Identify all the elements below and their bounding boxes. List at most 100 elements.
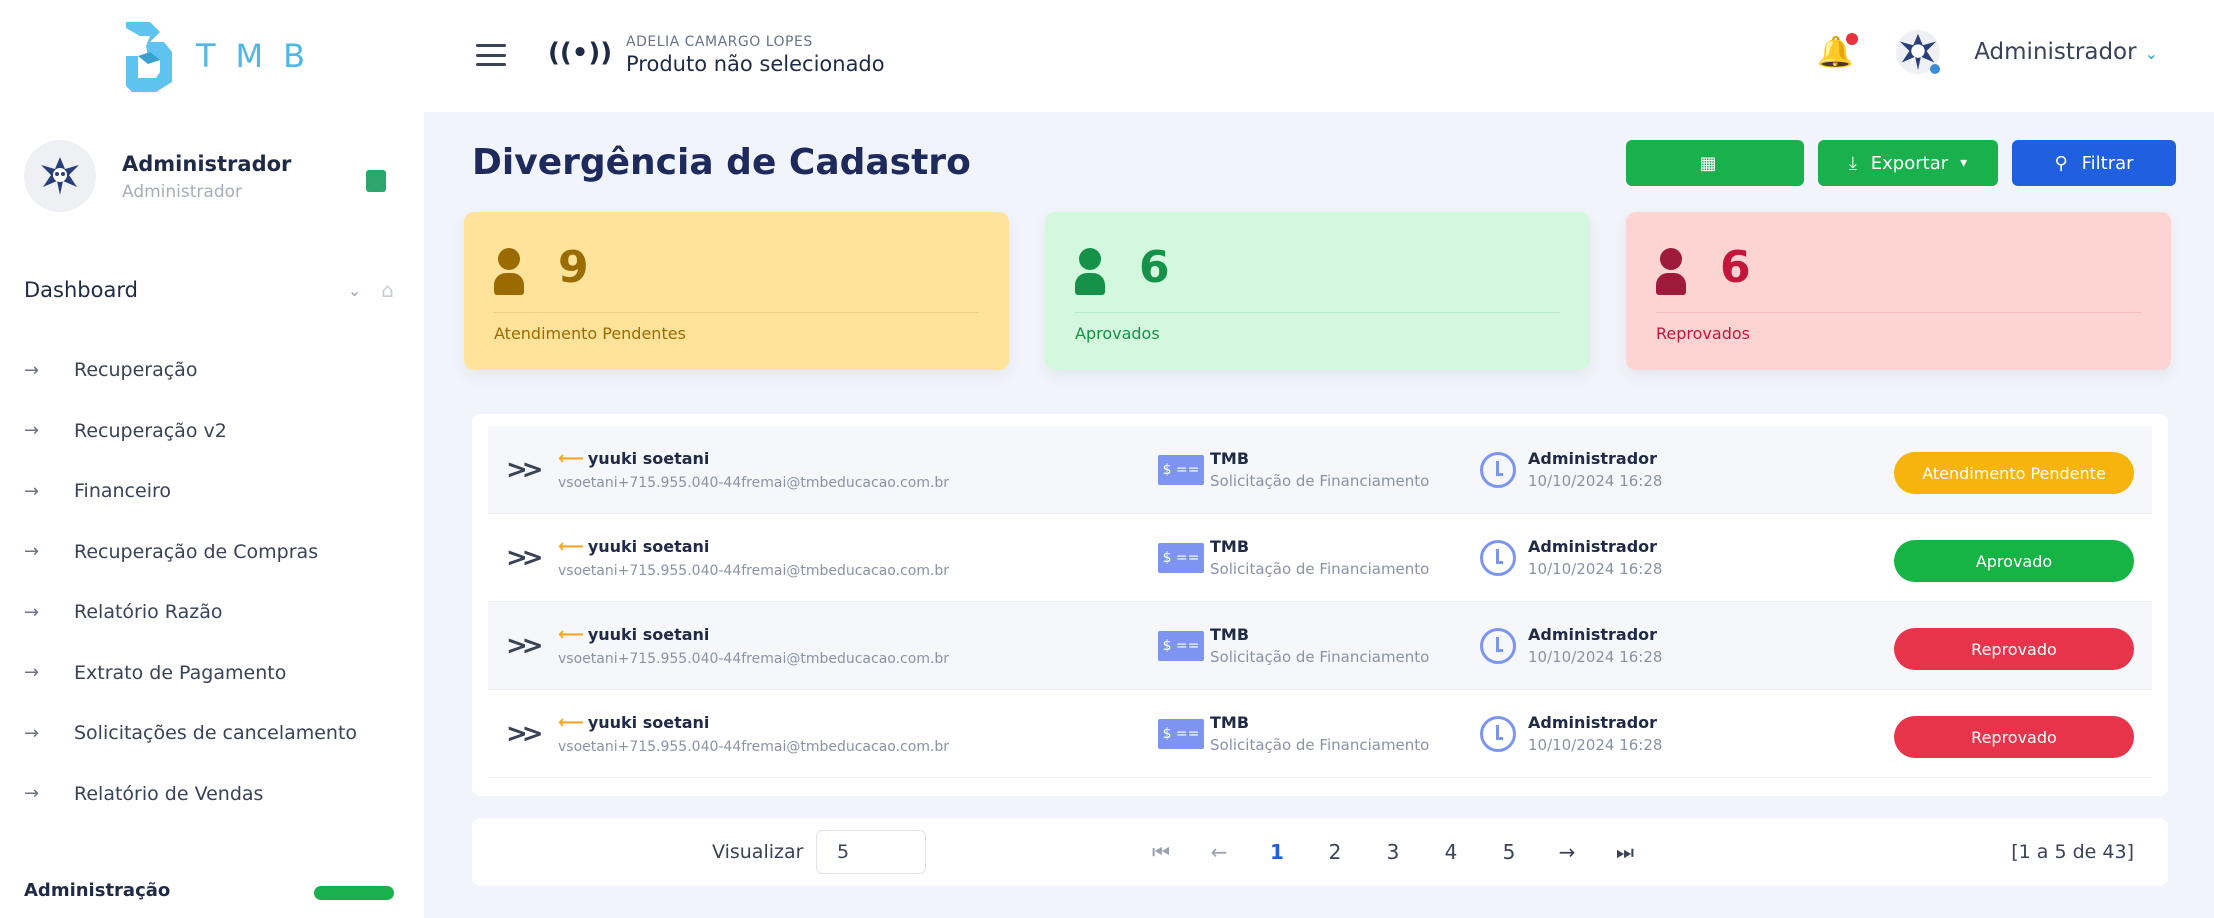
sidebar-item-recuperacao-compras[interactable]: → Recuperação de Compras: [24, 522, 357, 583]
sidebar-item-label: Solicitações de cancelamento: [74, 722, 358, 745]
page-link-3[interactable]: 3: [1364, 840, 1422, 864]
filter-label: Filtrar: [2081, 152, 2134, 174]
product-type: Solicitação de Financiamento: [1210, 736, 1430, 754]
share-icon: ⟵: [558, 624, 584, 645]
sidebar-item-label: Relatório de Vendas: [74, 782, 264, 805]
filter-button[interactable]: ⚲ Filtrar: [2012, 140, 2176, 186]
sidebar-item-financeiro[interactable]: → Financeiro: [24, 461, 357, 522]
tmb-logo-icon: [126, 22, 172, 92]
sidebar-item-label: Relatório Razão: [74, 601, 223, 624]
home-icon: ⌂: [381, 278, 394, 302]
money-icon: $ ==: [1158, 718, 1204, 749]
export-label: Exportar: [1870, 152, 1949, 174]
product-name: TMB: [1210, 713, 1250, 732]
columns-button[interactable]: ▦: [1626, 140, 1804, 186]
user-menu-label: Administrador: [1974, 39, 2137, 65]
sidebar-item-relatorio-vendas[interactable]: → Relatório de Vendas: [24, 764, 357, 825]
sidebar-item-label: Recuperação: [74, 359, 198, 382]
product-type: Solicitação de Financiamento: [1210, 648, 1430, 666]
user-menu[interactable]: Administrador ⌄: [1974, 39, 2158, 65]
product-name: TMB: [1210, 625, 1250, 644]
topbar-avatar[interactable]: [1896, 30, 1941, 74]
page-link-1[interactable]: 1: [1248, 840, 1306, 864]
status-badge[interactable]: Aprovado: [1894, 540, 2134, 582]
main-content: Divergência de Cadastro ▦ ⤓ Exportar ▾ ⚲…: [424, 112, 2214, 918]
responsible: Administrador: [1528, 625, 1658, 644]
page-size-select[interactable]: 5: [816, 830, 926, 874]
brand-logo[interactable]: TMB: [120, 16, 325, 96]
page-title: Divergência de Cadastro: [472, 142, 971, 183]
sidebar-section-administracao[interactable]: Administração: [24, 880, 404, 910]
page-size-label: Visualizar: [712, 841, 804, 863]
page-link-4[interactable]: 4: [1422, 840, 1480, 864]
sidebar-section-title: Dashboard: [24, 278, 138, 302]
expand-row-icon[interactable]: >>: [488, 543, 558, 573]
sidebar-item-label: Extrato de Pagamento: [74, 661, 287, 684]
page-link-5[interactable]: 5: [1480, 840, 1538, 864]
list-item[interactable]: >> ⟵ yuuki soetani vsoetani+715.955.040-4…: [488, 514, 2152, 602]
card-approved[interactable]: 6 Aprovados: [1045, 212, 1590, 370]
responsible: Administrador: [1528, 449, 1658, 468]
list-item[interactable]: >> ⟵ yuuki soetani vsoetani+715.955.040-4…: [488, 602, 2152, 690]
sidebar-item-recuperacao[interactable]: → Recuperação: [24, 340, 357, 401]
expand-row-icon[interactable]: >>: [488, 631, 558, 661]
arrow-right-icon: →: [24, 359, 40, 381]
prev-page-icon[interactable]: ←: [1190, 840, 1248, 864]
list-item[interactable]: >> ⟵ yuuki soetani vsoetani+715.955.040-4…: [488, 426, 2152, 514]
arrow-right-icon: →: [24, 662, 40, 684]
notification-bell-icon[interactable]: 🔔: [1817, 32, 1859, 70]
sidebar-user-name: Administrador: [122, 152, 292, 176]
status-badge[interactable]: Reprovado: [1894, 628, 2134, 670]
sidebar-section-title: Administração: [24, 880, 171, 901]
sidebar-item-recuperacao-v2[interactable]: → Recuperação v2: [24, 401, 357, 462]
card-rejected[interactable]: 6 Reprovados: [1626, 212, 2171, 370]
export-button[interactable]: ⤓ Exportar ▾: [1818, 140, 1998, 186]
sidebar-item-label: Recuperação de Compras: [74, 540, 319, 563]
sidebar-menu: → Recuperação → Recuperação v2 → Financeiro…: [24, 340, 357, 824]
page-size-value: 5: [837, 841, 850, 863]
client-email: vsoetani+715.955.040-44fremai@tmbeducaca…: [558, 475, 950, 491]
pagination-total: [1 a 5 de 43]: [2011, 841, 2134, 863]
status-badge[interactable]: Atendimento Pendente: [1894, 452, 2134, 494]
client-email: vsoetani+715.955.040-44fremai@tmbeducaca…: [558, 739, 950, 755]
arrow-right-icon: →: [24, 783, 40, 805]
sidebar-user-role: Administrador: [122, 182, 243, 202]
broadcast-icon[interactable]: ((•)): [548, 38, 612, 68]
status-badge[interactable]: Reprovado: [1894, 716, 2134, 758]
notification-dot: [1846, 32, 1859, 45]
sidebar-item-solicitacoes-cancelamento[interactable]: → Solicitações de cancelamento: [24, 703, 357, 764]
card-label: Atendimento Pendentes: [494, 324, 686, 343]
search-icon: ⚲: [2054, 152, 2068, 174]
timestamp: 10/10/2024 16:28: [1528, 560, 1663, 578]
product-selector[interactable]: ADELIA CAMARGO LOPES Produto não selecio…: [626, 34, 885, 76]
sidebar-item-label: Recuperação v2: [74, 419, 227, 442]
sidebar-item-extrato-pagamento[interactable]: → Extrato de Pagamento: [24, 643, 357, 704]
client-name: yuuki soetani: [587, 449, 710, 468]
download-icon: ⤓: [1848, 152, 1857, 174]
chevron-down-icon: ⌄: [347, 280, 362, 300]
page-link-2[interactable]: 2: [1306, 840, 1364, 864]
menu-toggle-icon[interactable]: [476, 44, 506, 66]
expand-row-icon[interactable]: >>: [488, 719, 558, 749]
card-count: 6: [1139, 242, 1170, 293]
sidebar-section-badge: [314, 886, 394, 900]
card-label: Aprovados: [1075, 324, 1160, 343]
user-icon: [1656, 248, 1686, 296]
sidebar-section-dashboard[interactable]: Dashboard ⌄ ⌂: [24, 278, 394, 302]
expand-row-icon[interactable]: >>: [488, 455, 558, 485]
money-icon: $ ==: [1158, 630, 1204, 661]
sidebar-item-label: Financeiro: [74, 480, 171, 503]
sidebar-item-relatorio-razao[interactable]: → Relatório Razão: [24, 582, 357, 643]
sidebar-user-card[interactable]: Administrador Administrador: [24, 140, 404, 220]
agent-name: ADELIA CAMARGO LOPES: [626, 34, 813, 50]
share-icon: ⟵: [558, 448, 584, 469]
list-item[interactable]: >> ⟵ yuuki soetani vsoetani+715.955.040-4…: [488, 690, 2152, 778]
card-pending[interactable]: 9 Atendimento Pendentes: [464, 212, 1009, 370]
product-type: Solicitação de Financiamento: [1210, 472, 1430, 490]
first-page-icon[interactable]: ⏮: [1132, 840, 1190, 864]
last-page-icon[interactable]: ⏭: [1596, 840, 1654, 864]
summary-cards: 9 Atendimento Pendentes 6 Aprovados 6 Re…: [464, 212, 2171, 370]
client-email: vsoetani+715.955.040-44fremai@tmbeducaca…: [558, 651, 950, 667]
next-page-icon[interactable]: →: [1538, 840, 1596, 864]
timestamp: 10/10/2024 16:28: [1528, 736, 1663, 754]
